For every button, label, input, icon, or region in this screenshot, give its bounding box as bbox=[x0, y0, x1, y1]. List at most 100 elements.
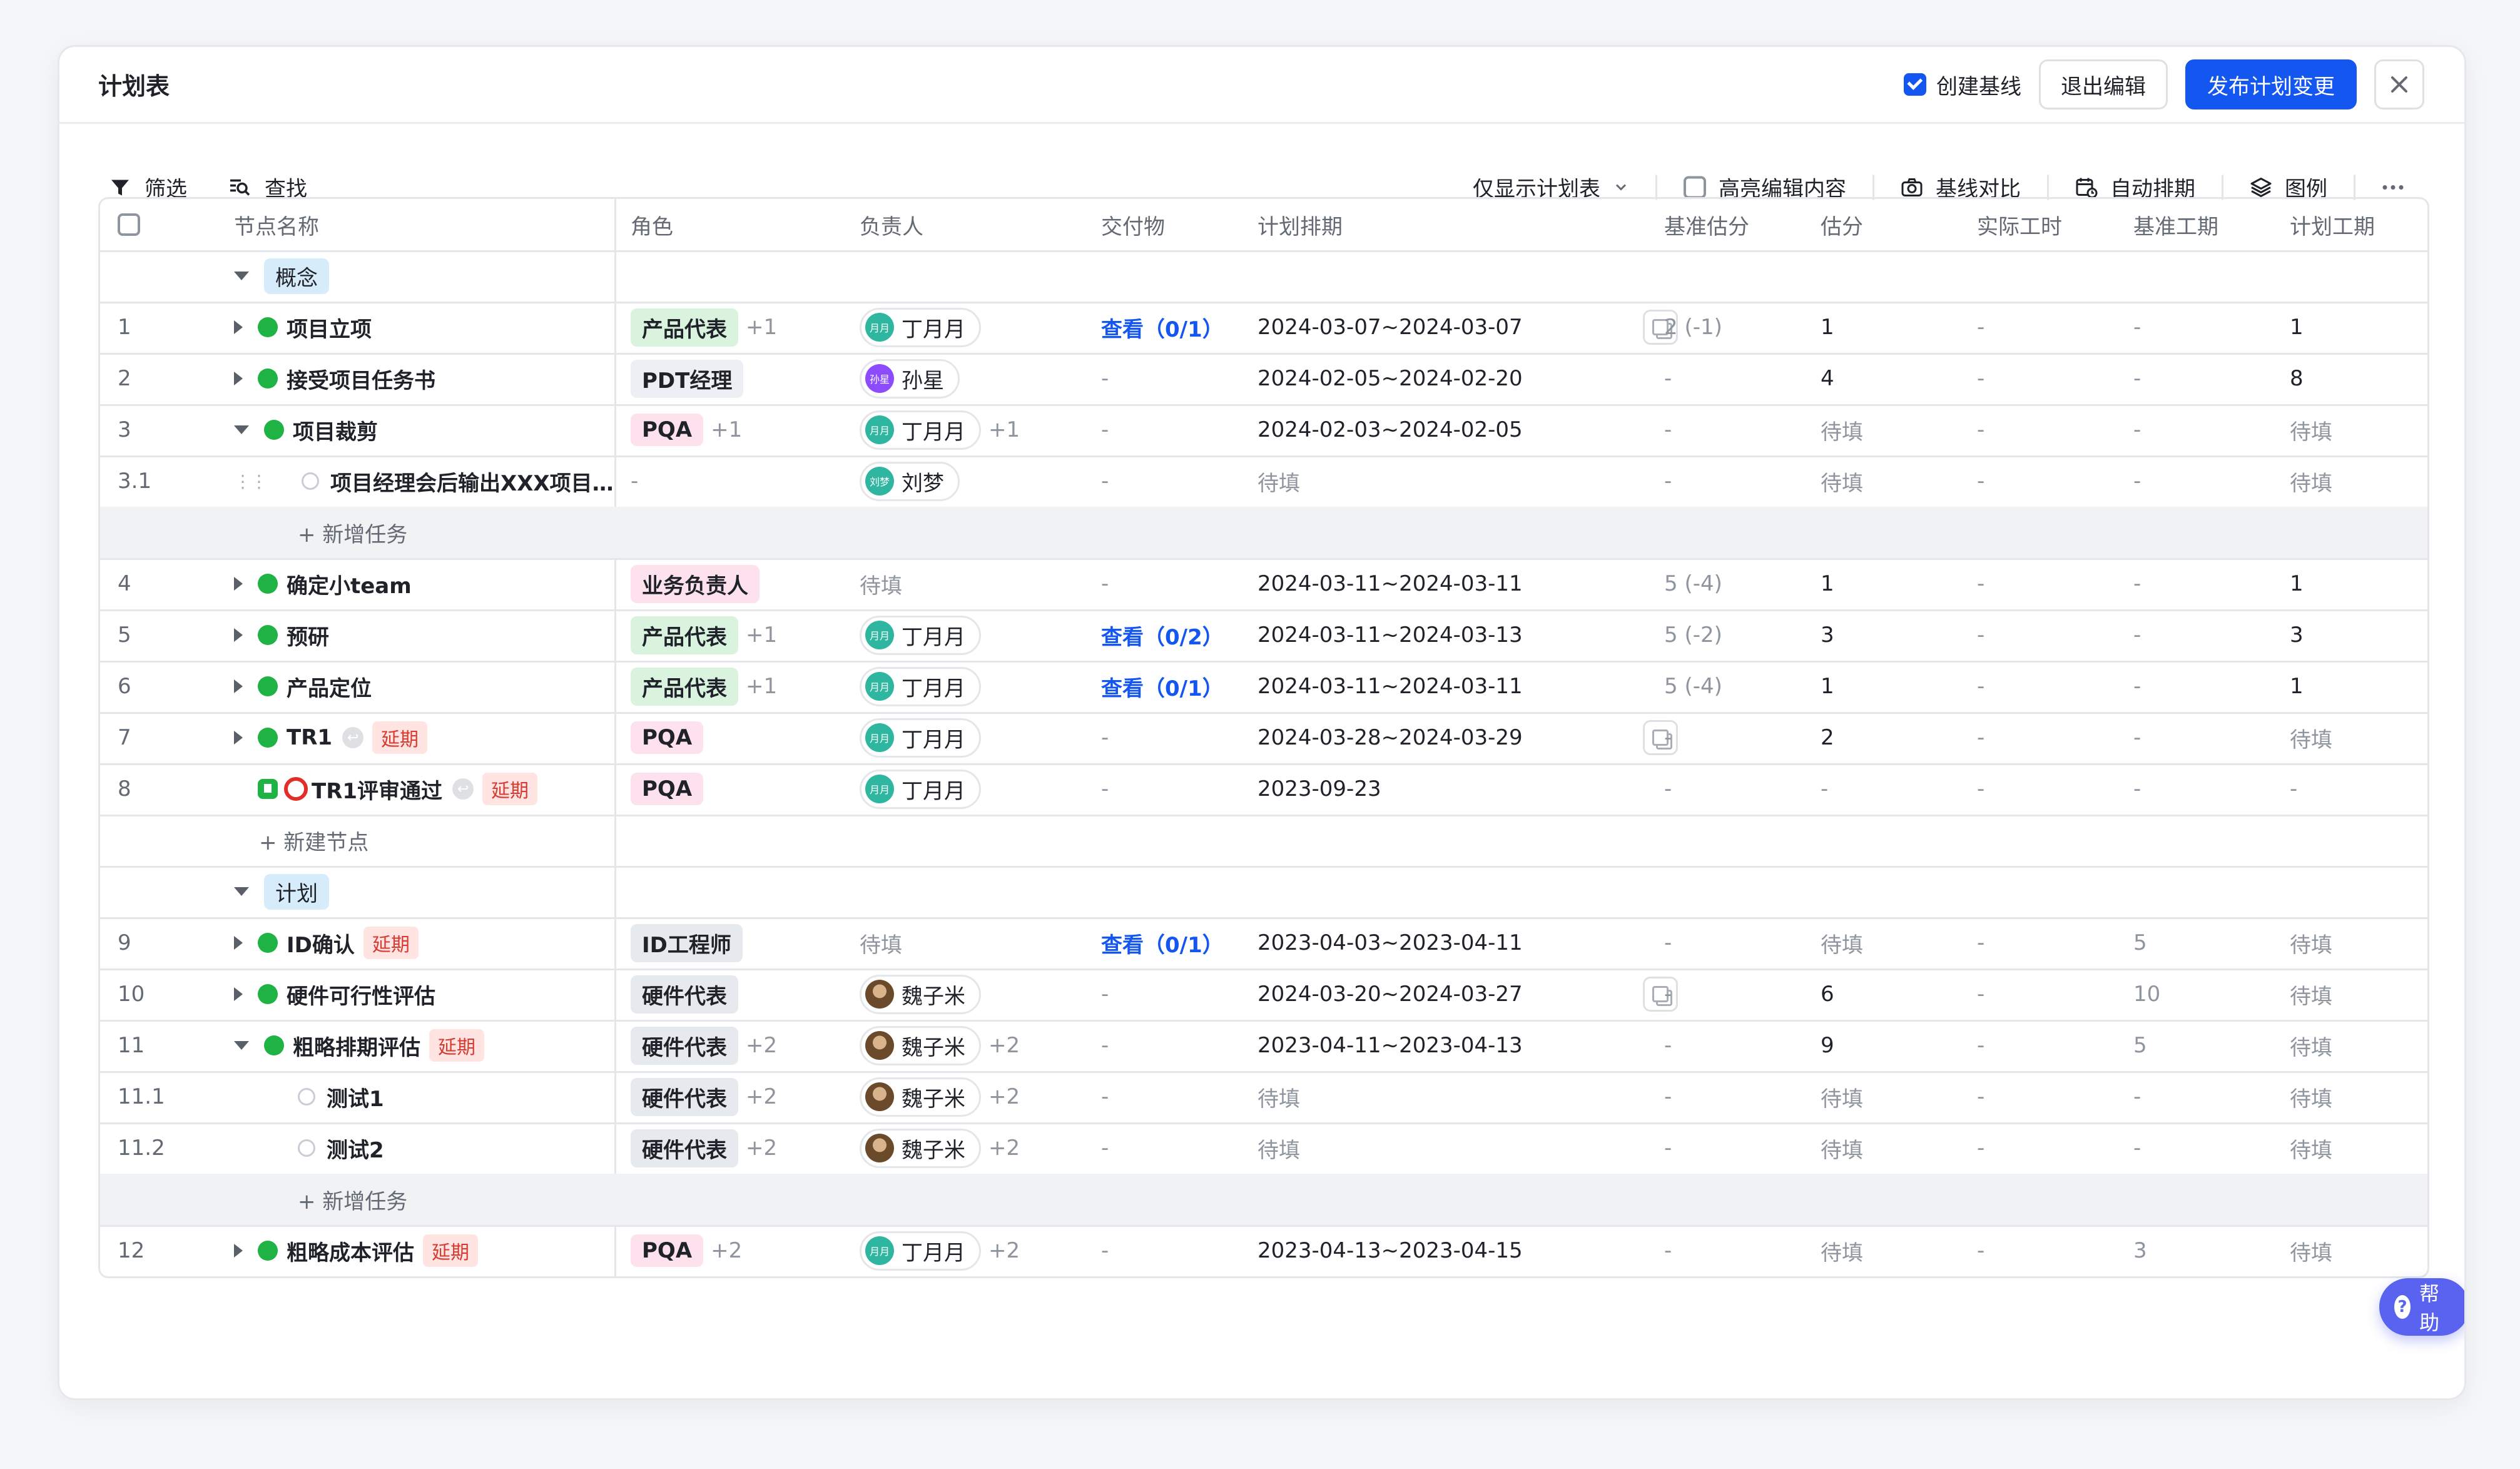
owner-cell[interactable]: 月月 丁月月 bbox=[860, 712, 981, 763]
owner-chip[interactable]: 月月 丁月月 bbox=[860, 666, 981, 706]
owner-chip[interactable]: 魏子米 bbox=[860, 1077, 981, 1117]
publish-plan-change-button[interactable]: 发布计划变更 bbox=[2185, 59, 2357, 109]
schedule-cell[interactable]: 2024-03-20~2024-03-27 bbox=[1257, 968, 1523, 1020]
score-cell[interactable]: 待填 bbox=[1821, 455, 1863, 507]
owner-cell[interactable]: 待填 bbox=[860, 558, 902, 609]
owner-chip[interactable]: 刘梦 刘梦 bbox=[860, 461, 960, 501]
owner-cell[interactable]: 月月 丁月月 bbox=[860, 609, 981, 661]
collapse-arrow-icon[interactable] bbox=[234, 425, 249, 434]
owner-cell[interactable]: 魏子米 +2 bbox=[860, 1020, 1020, 1071]
expand-arrow-icon[interactable] bbox=[234, 987, 243, 1001]
role-cell[interactable]: 硬件代表 +2 bbox=[631, 1020, 777, 1071]
owner-chip[interactable]: 魏子米 bbox=[860, 974, 981, 1014]
table-row[interactable]: 11.2 测试2 硬件代表 +2 魏子米 +2 - 待填 - 待填 - - 待填 bbox=[100, 1122, 2427, 1176]
score-cell[interactable]: 1 bbox=[1821, 661, 1834, 712]
table-row[interactable]: + 新增任务 bbox=[100, 507, 2427, 560]
planned-duration-cell[interactable]: 1 bbox=[2290, 302, 2304, 353]
owner-cell[interactable]: 刘梦 刘梦 bbox=[860, 455, 960, 507]
table-row[interactable]: 2 接受项目任务书 PDT经理 孙星 孙星 - 2024-02-05~2024-02-20 -… bbox=[100, 353, 2427, 406]
role-cell[interactable]: 硬件代表 +2 bbox=[631, 1122, 777, 1174]
planned-duration-cell[interactable]: 待填 bbox=[2290, 455, 2332, 507]
role-cell[interactable]: 产品代表 +1 bbox=[631, 609, 777, 661]
role-cell[interactable]: PDT经理 bbox=[631, 353, 744, 404]
table-row[interactable]: 3.1 ⋮⋮ 项目经理会后输出XXX项目… - 刘梦 刘梦 - 待填 - 待填 - - 待填 bbox=[100, 455, 2427, 509]
role-cell[interactable]: PQA +2 bbox=[631, 1225, 742, 1276]
score-cell[interactable]: 1 bbox=[1821, 302, 1834, 353]
deliverable-cell[interactable]: 查看（0/2） bbox=[1101, 609, 1224, 661]
planned-duration-cell[interactable]: 待填 bbox=[2290, 1020, 2332, 1071]
expand-arrow-icon[interactable] bbox=[234, 372, 243, 385]
schedule-cell[interactable]: 待填 bbox=[1257, 1071, 1300, 1122]
owner-cell[interactable]: 月月 丁月月 +1 bbox=[860, 404, 1020, 455]
role-cell[interactable]: ID工程师 bbox=[631, 917, 743, 968]
planned-duration-cell[interactable]: 待填 bbox=[2290, 1122, 2332, 1174]
owner-chip[interactable]: 月月 丁月月 bbox=[860, 718, 981, 758]
score-cell[interactable]: 9 bbox=[1821, 1020, 1834, 1071]
highlight-edits-checkbox[interactable] bbox=[1684, 176, 1706, 198]
help-button[interactable]: ? 帮助 bbox=[2379, 1278, 2464, 1336]
score-cell[interactable]: 待填 bbox=[1821, 1122, 1863, 1174]
role-cell[interactable]: 硬件代表 bbox=[631, 968, 738, 1020]
planned-duration-cell[interactable]: 待填 bbox=[2290, 404, 2332, 455]
group-cell[interactable]: 概念 bbox=[234, 250, 329, 302]
schedule-cell[interactable]: 2024-03-11~2024-03-13 bbox=[1257, 609, 1523, 661]
score-cell[interactable]: 1 bbox=[1821, 558, 1834, 609]
expand-arrow-icon[interactable] bbox=[234, 887, 249, 896]
node-name-cell[interactable]: TR1评审通过 ↩ 延期 bbox=[234, 763, 538, 815]
column-header[interactable]: 交付物 bbox=[1101, 199, 1165, 250]
owner-chip[interactable]: 孙星 孙星 bbox=[860, 358, 960, 399]
revert-icon[interactable]: ↩ bbox=[342, 727, 364, 748]
table-row[interactable]: 12 粗略成本评估 延期 PQA +2 月月 丁月月 +2 - 2023-04-13~2023-0… bbox=[100, 1225, 2427, 1276]
score-cell[interactable]: 2 bbox=[1821, 712, 1834, 763]
planned-duration-cell[interactable]: 8 bbox=[2290, 353, 2304, 404]
planned-duration-cell[interactable]: 1 bbox=[2290, 558, 2304, 609]
column-header[interactable]: 负责人 bbox=[860, 199, 923, 250]
expand-arrow-icon[interactable] bbox=[234, 628, 243, 642]
planned-duration-cell[interactable]: 待填 bbox=[2290, 1071, 2332, 1122]
deliverable-link[interactable]: 查看（0/1） bbox=[1101, 312, 1224, 343]
node-name-cell[interactable]: 硬件可行性评估 bbox=[234, 968, 435, 1020]
expand-arrow-icon[interactable] bbox=[234, 936, 243, 950]
group-cell[interactable]: 计划 bbox=[234, 866, 329, 917]
table-row[interactable]: 4 确定小team 业务负责人 待填 - 2024-03-11~2024-03-11 5 (… bbox=[100, 558, 2427, 611]
expand-arrow-icon[interactable] bbox=[234, 320, 243, 334]
revert-icon[interactable]: ↩ bbox=[452, 778, 474, 800]
score-cell[interactable]: 3 bbox=[1821, 609, 1834, 661]
schedule-cell[interactable]: 2024-02-03~2024-02-05 bbox=[1257, 404, 1523, 455]
more-button[interactable] bbox=[2355, 184, 2404, 190]
role-cell[interactable]: 业务负责人 bbox=[631, 558, 760, 609]
table-row[interactable]: 5 预研 产品代表 +1 月月 丁月月 查看（0/2） 2024-03-11~2024-03-… bbox=[100, 609, 2427, 663]
expand-arrow-icon[interactable] bbox=[234, 679, 243, 693]
table-row[interactable]: + 新建节点 bbox=[100, 815, 2427, 868]
table-row[interactable]: 3 项目裁剪 PQA +1 月月 丁月月 +1 - 2024-02-03~2024-02-05 -… bbox=[100, 404, 2427, 457]
owner-cell[interactable]: 月月 丁月月 bbox=[860, 661, 981, 712]
planned-duration-cell[interactable]: 待填 bbox=[2290, 968, 2332, 1020]
role-cell[interactable]: 产品代表 +1 bbox=[631, 302, 777, 353]
schedule-cell[interactable]: 2024-03-07~2024-03-07 bbox=[1257, 302, 1523, 353]
table-row[interactable]: 1 项目立项 产品代表 +1 月月 丁月月 查看（0/1） 2024-03-07~2024-0… bbox=[100, 302, 2427, 355]
schedule-cell[interactable]: 2024-03-11~2024-03-11 bbox=[1257, 558, 1523, 609]
deliverable-cell[interactable]: 查看（0/1） bbox=[1101, 302, 1224, 353]
role-cell[interactable]: PQA +1 bbox=[631, 404, 742, 455]
expand-arrow-icon[interactable] bbox=[234, 1244, 243, 1258]
node-name-cell[interactable]: 预研 bbox=[234, 609, 329, 661]
score-cell[interactable]: 6 bbox=[1821, 968, 1834, 1020]
score-cell[interactable]: - bbox=[1821, 763, 1828, 815]
create-baseline-checkbox[interactable] bbox=[1904, 73, 1926, 96]
score-cell[interactable]: 4 bbox=[1821, 353, 1834, 404]
owner-cell[interactable]: 月月 丁月月 +2 bbox=[860, 1225, 1020, 1276]
deliverable-cell[interactable]: 查看（0/1） bbox=[1101, 917, 1224, 968]
node-name-cell[interactable]: 产品定位 bbox=[234, 661, 372, 712]
column-header[interactable]: 实际工时 bbox=[1977, 199, 2062, 250]
node-name-cell[interactable]: 接受项目任务书 bbox=[234, 353, 435, 404]
column-header[interactable]: 基准估分 bbox=[1664, 199, 1749, 250]
deliverable-link[interactable]: 查看（0/1） bbox=[1101, 928, 1224, 958]
expand-arrow-icon[interactable] bbox=[234, 272, 249, 280]
role-cell[interactable]: - bbox=[631, 455, 638, 507]
expand-arrow-icon[interactable] bbox=[234, 577, 243, 591]
planned-duration-cell[interactable]: - bbox=[2290, 763, 2297, 815]
schedule-cell[interactable]: 2024-02-05~2024-02-20 bbox=[1257, 353, 1523, 404]
table-row[interactable]: + 新增任务 bbox=[100, 1174, 2427, 1227]
schedule-cell[interactable]: 待填 bbox=[1257, 1122, 1300, 1174]
role-cell[interactable]: 产品代表 +1 bbox=[631, 661, 777, 712]
